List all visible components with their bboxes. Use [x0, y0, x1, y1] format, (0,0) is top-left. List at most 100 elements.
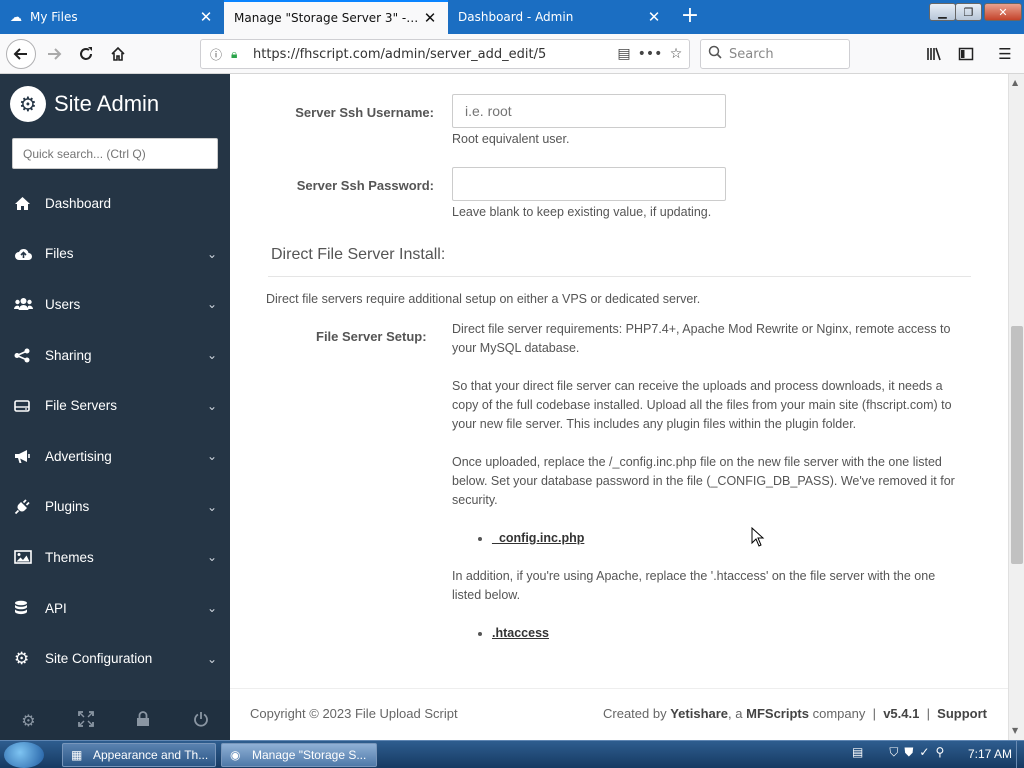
arrow-right-icon	[48, 48, 62, 60]
task-label: Manage "Storage S...	[252, 748, 367, 762]
scroll-down-arrow-icon[interactable]: ▼	[1012, 726, 1018, 735]
tab-title: My Files	[30, 10, 78, 24]
browser-toolbar: ⓘ 🔒︎ https://fhscript.com/admin/server_a…	[0, 34, 1024, 74]
lock-icon[interactable]	[136, 710, 150, 730]
quick-search-input[interactable]	[12, 138, 218, 169]
home-button[interactable]	[104, 40, 132, 68]
sidebar-item-themes[interactable]: Themes ⌄	[0, 532, 230, 583]
section-divider	[268, 276, 971, 277]
company-link[interactable]: MFScripts	[746, 706, 809, 721]
sidebar-item-label: Dashboard	[45, 195, 112, 211]
taskbar-item-appearance[interactable]: ▦ Appearance and Th...	[62, 743, 216, 767]
browser-search-box[interactable]: Search	[700, 39, 850, 69]
company-prefix-text: , a	[728, 706, 743, 721]
reader-view-icon[interactable]: ▤	[611, 46, 637, 62]
search-icon	[701, 45, 729, 63]
fullscreen-icon[interactable]	[78, 710, 94, 730]
forward-button[interactable]	[40, 40, 68, 68]
sidebar-item-files[interactable]: Files ⌄	[0, 229, 230, 280]
brand[interactable]: ⚙ Site Admin	[10, 84, 159, 124]
keyboard-icon[interactable]: ▤	[852, 745, 863, 760]
ssh-username-help: Root equivalent user.	[452, 132, 570, 146]
security-icon[interactable]: ⛊	[904, 745, 913, 760]
author-link[interactable]: Yetishare	[670, 706, 728, 721]
back-button[interactable]	[6, 39, 36, 69]
system-tray: ▤ ⛉ ⛊ ✓ ⚲	[852, 745, 944, 760]
hdd-icon	[14, 397, 36, 415]
htaccess-file-list: .htaccess	[492, 624, 962, 643]
address-bar[interactable]: ⓘ 🔒︎ https://fhscript.com/admin/server_a…	[200, 39, 690, 69]
close-tab-icon[interactable]: ✕	[198, 8, 214, 26]
browser-tab-dashboard[interactable]: Dashboard - Admin ✕	[448, 0, 672, 34]
chevron-down-icon: ⌄	[206, 499, 218, 514]
sidebar-item-label: Plugins	[45, 499, 90, 515]
window-close-button[interactable]: ✕	[984, 3, 1022, 21]
gear-icon: ⚙	[14, 648, 30, 668]
info-icon[interactable]: ⓘ	[201, 46, 231, 63]
home-icon	[111, 46, 125, 61]
taskbar-item-browser[interactable]: ◉ Manage "Storage S...	[221, 743, 377, 767]
library-icon[interactable]	[920, 40, 948, 68]
database-icon	[14, 599, 36, 617]
reload-button[interactable]	[72, 40, 100, 68]
power-icon[interactable]	[193, 711, 209, 730]
window-minimize-button[interactable]: ▁	[929, 3, 956, 21]
support-link[interactable]: Support	[937, 706, 987, 721]
bullhorn-icon	[14, 447, 36, 465]
new-tab-button[interactable]: +	[676, 4, 704, 30]
codebase-instructions-text: So that your direct file server can rece…	[452, 379, 952, 431]
htaccess-link[interactable]: .htaccess	[492, 626, 549, 640]
more-actions-icon[interactable]: •••	[637, 46, 663, 62]
config-instructions-text: Once uploaded, replace the /_config.inc.…	[452, 455, 955, 507]
browser-tab-bar: ☁ My Files ✕ Manage "Storage Server 3" -…	[0, 0, 1024, 34]
sidebar-item-label: Users	[45, 296, 81, 312]
sidebar-menu: Dashboard Files ⌄ Users ⌄ Sharing ⌄ File…	[0, 178, 230, 684]
sidebar-item-dashboard[interactable]: Dashboard	[0, 178, 230, 229]
page-scrollbar[interactable]: ▲ ▼	[1008, 74, 1024, 740]
cloud-icon: ☁	[10, 10, 22, 24]
shield-icon[interactable]: ⛉	[889, 745, 898, 760]
os-taskbar: ▦ Appearance and Th... ◉ Manage "Storage…	[0, 740, 1024, 768]
bookmark-star-icon[interactable]: ☆	[663, 46, 689, 62]
chevron-down-icon: ⌄	[206, 297, 218, 312]
image-icon	[14, 548, 36, 566]
search-icon[interactable]: ⚲	[935, 745, 944, 760]
brand-name: Site Admin	[54, 91, 160, 116]
taskbar-clock[interactable]: 7:17 AM	[968, 747, 1012, 761]
close-tab-icon[interactable]: ✕	[646, 8, 662, 26]
scrollbar-thumb[interactable]	[1011, 326, 1023, 564]
window-maximize-button[interactable]: ❐	[955, 3, 982, 21]
file-server-setup-label: File Server Setup:	[316, 329, 427, 344]
ssh-password-label: Server Ssh Password:	[296, 178, 434, 193]
version-text: v5.4.1	[883, 706, 920, 721]
show-desktop-button[interactable]	[1016, 741, 1024, 768]
network-icon[interactable]: ✓	[919, 745, 929, 760]
url-text[interactable]: https://fhscript.com/admin/server_add_ed…	[253, 47, 611, 62]
ssh-password-input[interactable]	[452, 167, 726, 201]
hamburger-menu-icon[interactable]: ☰	[991, 40, 1019, 68]
main-content: Server Ssh Username: Root equivalent use…	[230, 74, 1008, 688]
config-inc-php-link[interactable]: _config.inc.php	[492, 531, 584, 545]
sidebar-item-advertising[interactable]: Advertising ⌄	[0, 431, 230, 482]
sidebar-item-sharing[interactable]: Sharing ⌄	[0, 330, 230, 381]
requirements-text: Direct file server requirements: PHP7.4+…	[452, 322, 951, 355]
browser-tab-manage-server[interactable]: Manage "Storage Server 3" - Admin ✕	[224, 0, 448, 34]
close-tab-icon[interactable]: ✕	[422, 9, 438, 27]
plug-icon	[14, 498, 36, 516]
admin-sidebar: ⚙ Site Admin Dashboard Files ⌄ Users ⌄ S…	[0, 74, 230, 740]
users-icon	[14, 295, 36, 313]
list-item: .htaccess	[492, 624, 962, 643]
sidebar-toggle-icon[interactable]	[952, 40, 980, 68]
company-suffix-text: company	[812, 706, 866, 721]
sidebar-item-file-servers[interactable]: File Servers ⌄	[0, 380, 230, 431]
sidebar-item-site-configuration[interactable]: ⚙ Site Configuration ⌄	[0, 633, 230, 684]
sidebar-item-api[interactable]: API ⌄	[0, 583, 230, 634]
sidebar-item-users[interactable]: Users ⌄	[0, 279, 230, 330]
browser-tab-my-files[interactable]: ☁ My Files ✕	[0, 0, 224, 34]
ssh-username-input[interactable]	[452, 94, 726, 128]
scroll-up-arrow-icon[interactable]: ▲	[1012, 78, 1018, 87]
settings-icon[interactable]: ⚙	[21, 711, 35, 730]
sidebar-item-plugins[interactable]: Plugins ⌄	[0, 482, 230, 533]
direct-install-description: Direct file servers require additional s…	[266, 292, 701, 306]
start-button[interactable]	[4, 742, 44, 768]
